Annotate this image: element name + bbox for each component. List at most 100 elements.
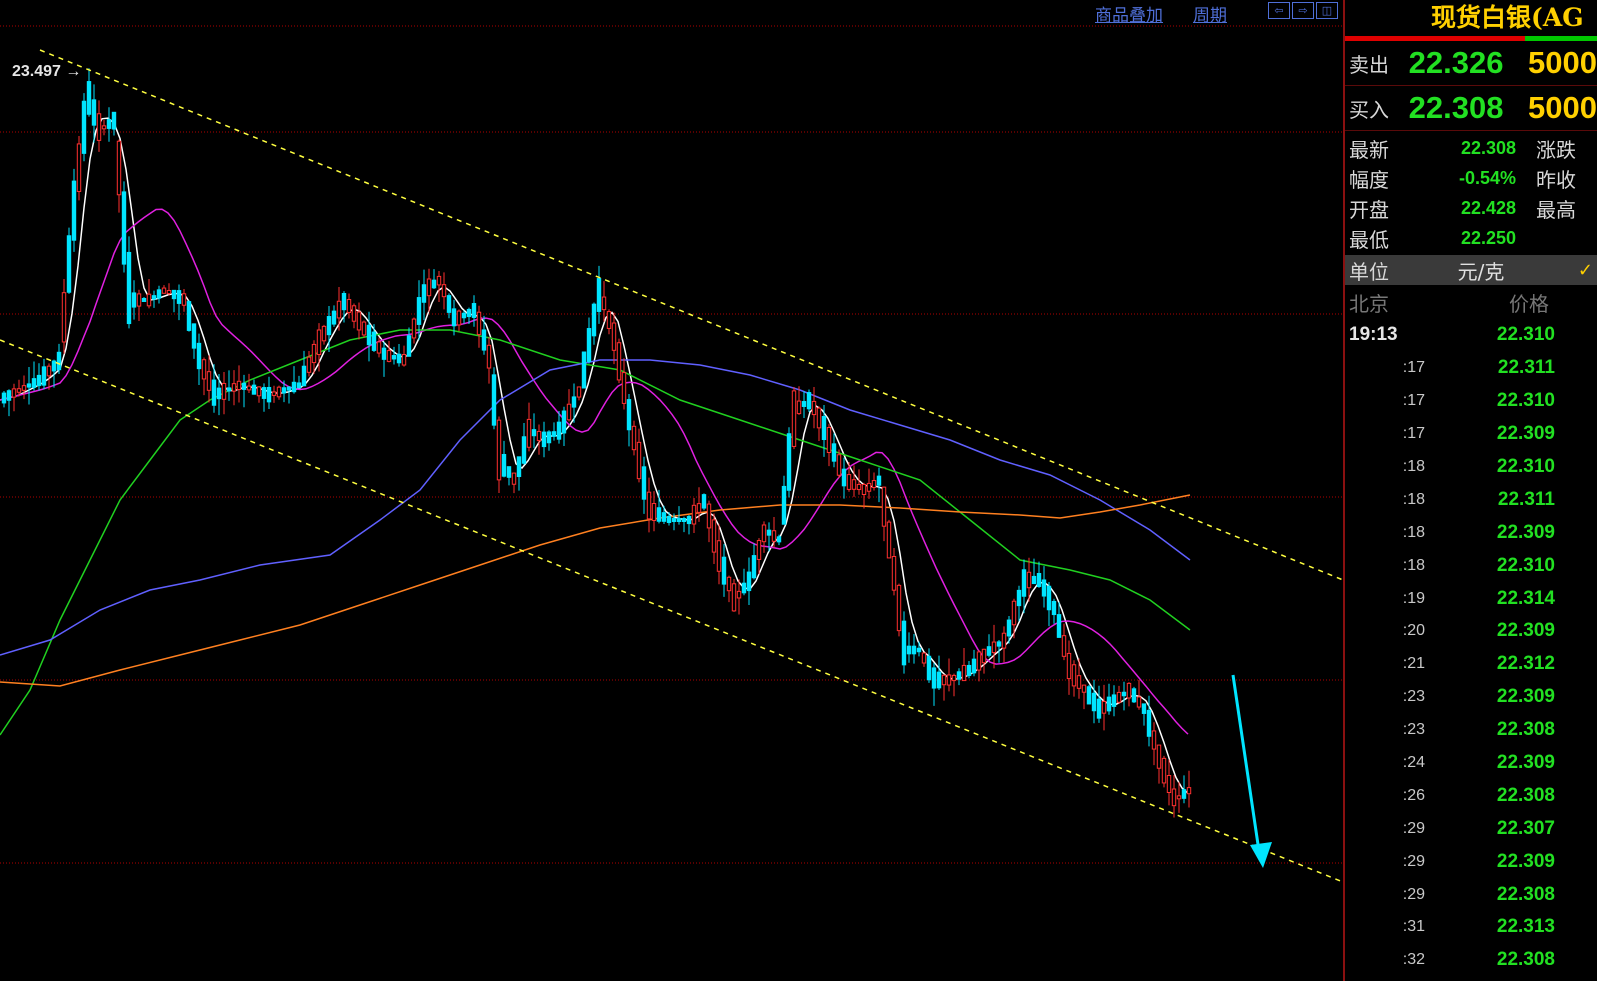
candle-body <box>541 431 547 448</box>
candle-body <box>136 293 142 307</box>
arrow-right-icon[interactable]: ⇨ <box>1292 2 1314 19</box>
candle-body <box>341 293 347 311</box>
candle-body <box>401 353 407 366</box>
candle-body <box>1121 691 1127 697</box>
tick-price: 22.310 <box>1496 456 1555 477</box>
candle-body <box>1011 600 1017 626</box>
candle-body <box>1076 675 1082 689</box>
candle-body <box>766 529 772 536</box>
candle-body <box>811 400 817 416</box>
candle-body <box>896 584 902 632</box>
stat-row: 开盘 22.428 最高 <box>1345 193 1597 223</box>
candle-body <box>921 652 927 664</box>
candle-body <box>1091 692 1097 712</box>
sell-row: 卖出 22.326 5000 <box>1345 41 1597 86</box>
candle-body <box>321 325 327 342</box>
panel-toggle-icon[interactable]: ◫ <box>1316 2 1338 19</box>
tick-row: :29 22.307 <box>1345 812 1597 845</box>
candle-body <box>141 298 147 302</box>
candle-body <box>376 341 382 354</box>
candle-body <box>631 425 637 451</box>
tick-row: :18 22.310 <box>1345 451 1597 484</box>
candle-body <box>851 479 857 490</box>
candle-body <box>741 582 747 594</box>
candle-body <box>181 293 187 306</box>
tick-price: 22.309 <box>1496 521 1555 543</box>
stat-label: 开盘 <box>1349 197 1389 222</box>
unit-row[interactable]: 单位 元/克 ✓ <box>1345 255 1597 285</box>
candle-body <box>706 503 712 529</box>
stat-row: 幅度 -0.54% 昨收 <box>1345 163 1597 193</box>
candle-body <box>736 590 742 599</box>
stat-label-2: 最高 <box>1536 197 1576 222</box>
candle-body <box>261 387 267 399</box>
tick-time: :21 <box>1402 655 1425 673</box>
candle-body <box>116 140 122 196</box>
candle-body <box>826 426 832 454</box>
candle-body <box>621 372 627 404</box>
kline-chart-panel[interactable]: 23.497 → 商品叠加 周期 ⇦ ⇨ ◫ <box>0 0 1343 981</box>
candle-body <box>891 555 897 591</box>
candle-body <box>486 344 492 369</box>
sell-label: 卖出 <box>1349 52 1389 77</box>
tick-row: 19:13 22.310 <box>1345 319 1597 352</box>
candle-body <box>1131 688 1137 703</box>
overlay-link[interactable]: 商品叠加 <box>1095 1 1163 26</box>
candle-body <box>1171 788 1177 807</box>
tick-price: 22.309 <box>1496 423 1555 445</box>
candle-body <box>666 515 672 524</box>
kline-chart[interactable] <box>0 0 1343 981</box>
tick-row: :24 22.309 <box>1345 747 1597 780</box>
ma5-line <box>0 117 1189 794</box>
ticks-price-header: 价格 <box>1509 291 1549 316</box>
tick-row: :29 22.308 <box>1345 878 1597 911</box>
candle-body <box>756 540 762 560</box>
candle-body <box>36 374 42 387</box>
candle-body <box>406 335 412 357</box>
candle-body <box>311 343 317 364</box>
forecast-arrow-shaft <box>1231 674 1262 859</box>
candle-body <box>551 431 557 437</box>
candle-body <box>196 342 202 370</box>
candle-body <box>1056 614 1062 638</box>
arrow-left-icon[interactable]: ⇦ <box>1268 2 1290 19</box>
candle-body <box>206 371 212 391</box>
candle-body <box>1106 696 1112 712</box>
candle-body <box>856 483 862 491</box>
candle-body <box>276 386 282 398</box>
candle-body <box>336 300 342 319</box>
tick-time: :17 <box>1402 392 1425 410</box>
candle-body <box>1156 744 1162 769</box>
candle-body <box>316 329 322 356</box>
candle-body <box>491 374 497 426</box>
tick-price: 22.309 <box>1496 686 1555 708</box>
candle-body <box>6 390 12 401</box>
candle-body <box>266 386 272 403</box>
tick-price: 22.311 <box>1497 488 1555 510</box>
candle-body <box>601 296 607 311</box>
channel-upper-line <box>39 49 1343 581</box>
candle-body <box>226 387 232 392</box>
candle-body <box>581 351 587 389</box>
candle-body <box>771 530 777 542</box>
candle-body <box>596 278 602 312</box>
candle-body <box>641 466 647 500</box>
candle-body <box>366 324 372 346</box>
candle-body <box>986 646 992 656</box>
period-link[interactable]: 周期 <box>1193 1 1227 26</box>
tick-time: :18 <box>1402 458 1425 475</box>
tick-row: :31 22.313 <box>1345 911 1597 944</box>
candle-body <box>436 275 442 286</box>
candle-body <box>511 472 517 485</box>
tick-row: :17 22.311 <box>1345 352 1597 385</box>
candle-body <box>566 403 572 421</box>
candle-body <box>456 310 462 326</box>
chart-nav-icons: ⇦ ⇨ ◫ <box>1268 2 1338 19</box>
candle-body <box>301 365 307 387</box>
candle-body <box>481 329 487 351</box>
ticks-list[interactable]: 19:13 22.310:17 22.311:17 22.310:17 22.309:1… <box>1345 319 1597 977</box>
candle-body <box>121 191 127 265</box>
tick-row: :29 22.309 <box>1345 845 1597 878</box>
candle-body <box>751 555 757 579</box>
candle-body <box>1136 696 1142 708</box>
